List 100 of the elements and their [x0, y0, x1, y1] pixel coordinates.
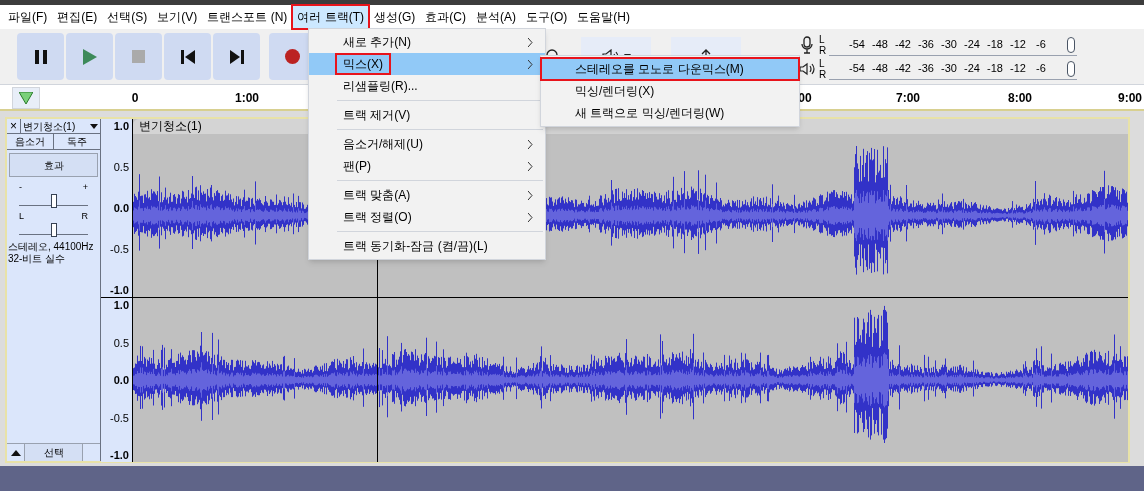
slider-label: R [81, 212, 88, 221]
meter-tick-label: -48 [871, 60, 889, 76]
meter-tick-label: -24 [963, 60, 981, 76]
mute-button[interactable]: 음소거 [7, 134, 54, 149]
chevron-right-icon [528, 139, 533, 149]
scale-label: 0.0 [113, 202, 129, 214]
record-icon [285, 49, 300, 64]
ruler-label: 7:00 [896, 90, 920, 107]
channel-label: R [819, 44, 828, 56]
slider-label: - [19, 183, 22, 192]
slider-track[interactable] [19, 223, 88, 235]
level-meter[interactable]: -54 -48 -42 -36 -30 -24 -18 -12 -6 [829, 57, 1077, 80]
scale-label: 0.0 [113, 374, 129, 386]
slider-thumb[interactable] [50, 223, 57, 237]
menu-item-label: 트랙 정렬(O) [342, 209, 413, 226]
scale-label: -1.0 [110, 449, 129, 461]
select-button[interactable]: 선택 [25, 444, 83, 461]
play-icon [82, 48, 97, 65]
menu-item[interactable]: 도구(O) [521, 5, 573, 29]
chevron-right-icon [528, 190, 533, 200]
solo-button[interactable]: 독주 [54, 134, 100, 149]
meter-tick-label: -12 [1009, 36, 1027, 52]
menu-item[interactable]: 새 트랙으로 믹싱/렌더링(W) [541, 102, 799, 124]
menu-item[interactable]: 팬(P) [309, 155, 545, 177]
menu-item[interactable]: 분석(A) [471, 5, 521, 29]
menu-item[interactable]: 효과(C) [420, 5, 471, 29]
ruler-label: 8:00 [1008, 90, 1032, 107]
chevron-right-icon [528, 212, 533, 222]
channel-label: L [819, 57, 826, 69]
menu-item[interactable]: 트랙 맞춤(A) [309, 184, 545, 206]
menu-item[interactable]: 음소거/해제(U) [309, 133, 545, 155]
menu-item[interactable]: 편집(E) [52, 5, 103, 29]
meter-tick-label: -54 [848, 36, 866, 52]
menu-item[interactable]: 트랙 정렬(O) [309, 206, 545, 228]
meter-tick-label: -12 [1009, 60, 1027, 76]
meter-tick-label: -30 [940, 60, 958, 76]
meter-tick-label: -30 [940, 36, 958, 52]
caret-icon [90, 123, 98, 129]
stop-icon [132, 50, 145, 63]
menu-item-label: 음소거/해제(U) [342, 136, 424, 153]
slider-label: L [19, 212, 24, 221]
ruler-label: 1:00 [235, 90, 259, 107]
meter-tick-label: -6 [1035, 36, 1047, 52]
slider-thumb[interactable] [50, 194, 57, 208]
ruler-label: 9:00 [1118, 90, 1142, 107]
slider-label: + [82, 183, 88, 192]
menu-item-label: 새로 추가(N) [342, 34, 412, 51]
scale-label: 0.5 [113, 337, 129, 348]
meter-handle[interactable] [1067, 36, 1075, 53]
scale-label: 0.5 [113, 161, 129, 173]
chevron-right-icon [528, 37, 533, 47]
play-head-button[interactable] [12, 87, 40, 109]
skip-to-end-icon [229, 49, 244, 64]
menu-item-label: 트랙 맞춤(A) [342, 187, 412, 204]
pause-icon [34, 49, 47, 64]
meter-tick-label: -42 [894, 60, 912, 76]
chevron-right-icon [528, 161, 533, 171]
level-meter[interactable]: -54 -48 -42 -36 -30 -24 -18 -12 -6 [829, 33, 1077, 56]
meter-tick-label: -42 [894, 36, 912, 52]
menu-item-label: 트랙 제거(V) [342, 107, 412, 124]
menu-item[interactable]: 트랜스포트 (N) [202, 5, 293, 29]
meter-tick-label: -36 [917, 36, 935, 52]
menu-item-label: 믹스(X) [335, 53, 391, 75]
close-button[interactable]: × [7, 119, 21, 133]
menu-item-label: 트랙 동기화-잠금 (켬/끔)(L) [342, 238, 489, 255]
menu-item[interactable]: 파일(F) [3, 5, 53, 29]
meter-tick-label: -24 [963, 36, 981, 52]
meter-tick-label: -18 [986, 36, 1004, 52]
menu-item[interactable]: 선택(S) [102, 5, 153, 29]
skip-to-end-button[interactable] [213, 33, 260, 80]
scale-label: -1.0 [110, 284, 129, 296]
ruler-label: 0 [131, 90, 139, 107]
menu-item-label: 리샘플링(R)... [342, 78, 419, 95]
triangle-icon [10, 449, 21, 456]
meter-handle[interactable] [1067, 60, 1075, 77]
meter-tick-label: -6 [1035, 60, 1047, 76]
speaker-icon[interactable] [799, 61, 815, 76]
channel-label: L [819, 33, 826, 45]
slider-track[interactable] [19, 194, 88, 206]
menu-item[interactable]: 여러 트랙(T) [292, 5, 369, 29]
skip-to-start-icon [180, 49, 195, 64]
meter-tick-label: -18 [986, 60, 1004, 76]
menu-item[interactable]: 새로 추가(N) [309, 31, 545, 53]
meter-tick-label: -54 [848, 60, 866, 76]
menu-item[interactable]: 트랙 동기화-잠금 (켬/끔)(L) [309, 235, 545, 257]
menu-item[interactable]: 생성(G) [369, 5, 421, 29]
menu-item[interactable]: 믹싱/렌더링(X) [541, 80, 799, 102]
triangle-icon [19, 92, 33, 104]
pause-button[interactable] [17, 33, 64, 80]
menu-item[interactable]: 믹스(X) [309, 53, 545, 75]
channel-label: R [819, 68, 828, 80]
menu-item[interactable]: 스테레오를 모노로 다운믹스(M) [541, 58, 799, 80]
chevron-right-icon [528, 59, 533, 69]
skip-to-start-button[interactable] [164, 33, 211, 80]
microphone-icon[interactable] [801, 35, 813, 54]
menu-item[interactable]: 보기(V) [152, 5, 203, 29]
effects-button[interactable]: 효과 [9, 153, 98, 177]
menu-item[interactable]: 도움말(H) [572, 5, 635, 29]
track-name-dropdown[interactable]: 변기청소(1) [21, 119, 100, 133]
meter-tick-label: -36 [917, 60, 935, 76]
